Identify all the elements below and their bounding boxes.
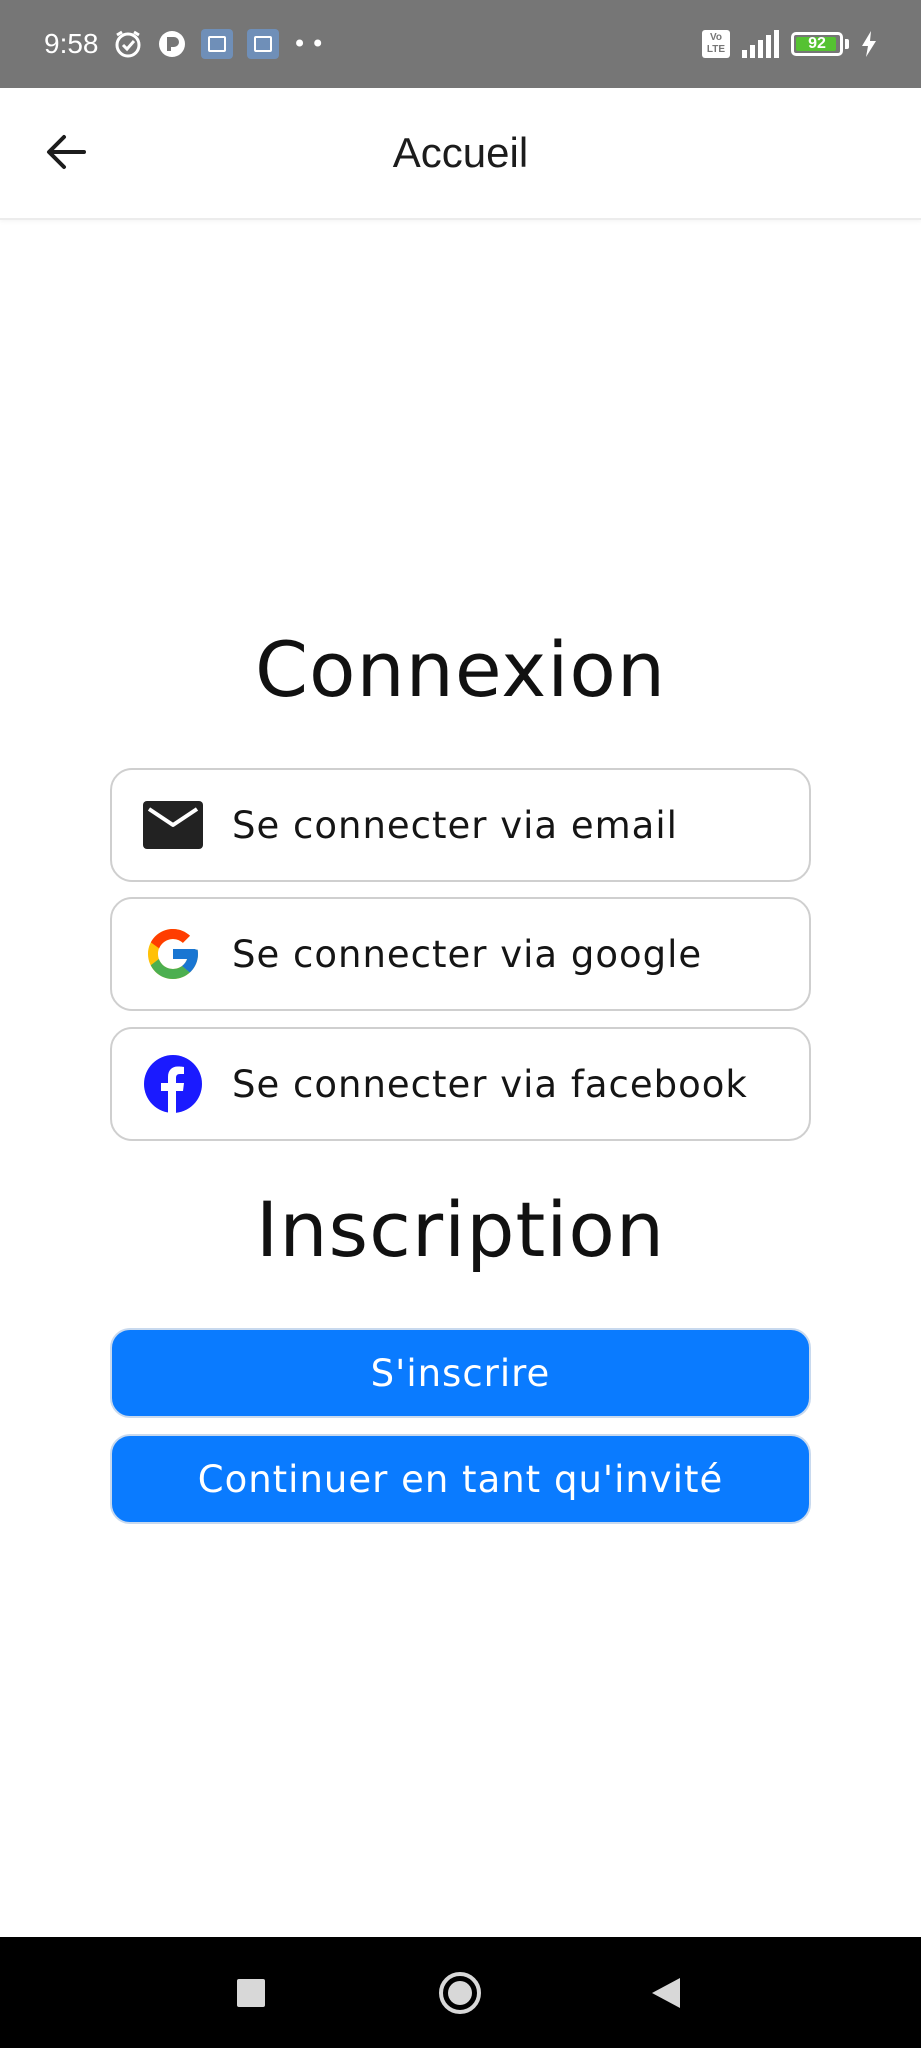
guest-button[interactable]: Continuer en tant qu'invité (110, 1434, 811, 1524)
signup-section-title: Inscription (255, 1185, 666, 1274)
signal-icon (742, 30, 779, 58)
triangle-back-icon (652, 1977, 680, 2008)
login-section-title: Connexion (254, 625, 667, 714)
alarm-icon (113, 29, 143, 59)
system-back-button[interactable] (621, 1937, 711, 2048)
battery-icon: 92 (791, 32, 843, 56)
system-nav-bar (0, 1937, 921, 2048)
register-button[interactable]: S'inscrire (110, 1328, 811, 1418)
status-left: 9:58 •• (44, 0, 329, 88)
email-login-button[interactable]: Se connecter via email (110, 768, 811, 882)
email-login-label: Se connecter via email (232, 803, 678, 847)
google-icon (142, 923, 204, 985)
page-title: Accueil (392, 129, 529, 176)
mail-icon (142, 794, 204, 856)
square-icon (237, 1978, 265, 2007)
home-button[interactable] (415, 1937, 505, 2048)
circle-home-icon (439, 1971, 481, 2014)
recent-apps-button[interactable] (206, 1937, 296, 2048)
facebook-icon (142, 1053, 204, 1115)
app-notification-icon (157, 29, 187, 59)
facebook-login-label: Se connecter via facebook (232, 1062, 748, 1106)
volte-top: Vo (709, 32, 723, 43)
facebook-login-button[interactable]: Se connecter via facebook (110, 1027, 811, 1141)
status-time: 9:58 (44, 28, 99, 59)
volte-icon: Vo LTE (702, 30, 730, 58)
screenshot-notification-icon (246, 29, 279, 59)
charging-icon (861, 31, 877, 57)
status-bar: 9:58 •• Vo LTE 92 (0, 0, 921, 88)
status-right: Vo LTE 92 (702, 0, 877, 88)
more-notifications-icon: •• (292, 30, 329, 58)
google-login-label: Se connecter via google (232, 932, 703, 976)
app-header: Accueil (0, 88, 921, 220)
volte-bottom: LTE (706, 44, 726, 55)
battery-level: 92 (808, 35, 826, 52)
google-login-button[interactable]: Se connecter via google (110, 897, 811, 1011)
screenshot-notification-icon (200, 29, 233, 59)
